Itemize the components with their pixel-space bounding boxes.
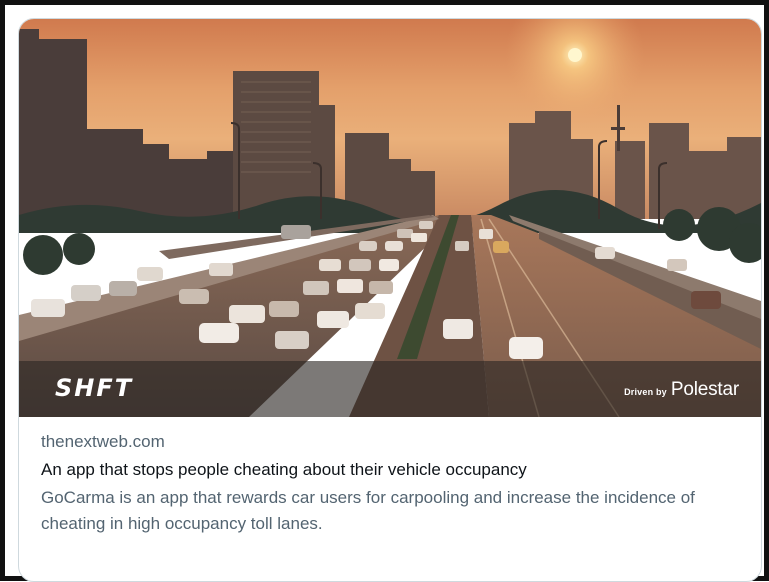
traffic-photo — [19, 19, 761, 417]
sponsor-prefix: Driven by — [624, 387, 667, 397]
card-domain: thenextweb.com — [41, 432, 165, 451]
link-preview-card[interactable]: SHFT Driven by Polestar thenextweb.com A… — [18, 18, 762, 582]
card-description: GoCarma is an app that rewards car users… — [41, 488, 695, 533]
screenshot-frame: SHFT Driven by Polestar thenextweb.com A… — [0, 0, 769, 582]
card-text[interactable]: thenextweb.com An app that stops people … — [41, 431, 747, 537]
shift-logo: SHFT — [55, 374, 134, 402]
card-title: An app that stops people cheating about … — [41, 460, 527, 479]
polestar-logo: Polestar — [670, 379, 739, 400]
preview-image[interactable]: SHFT Driven by Polestar — [19, 19, 761, 417]
sponsor-tag: Driven by Polestar — [624, 380, 739, 399]
